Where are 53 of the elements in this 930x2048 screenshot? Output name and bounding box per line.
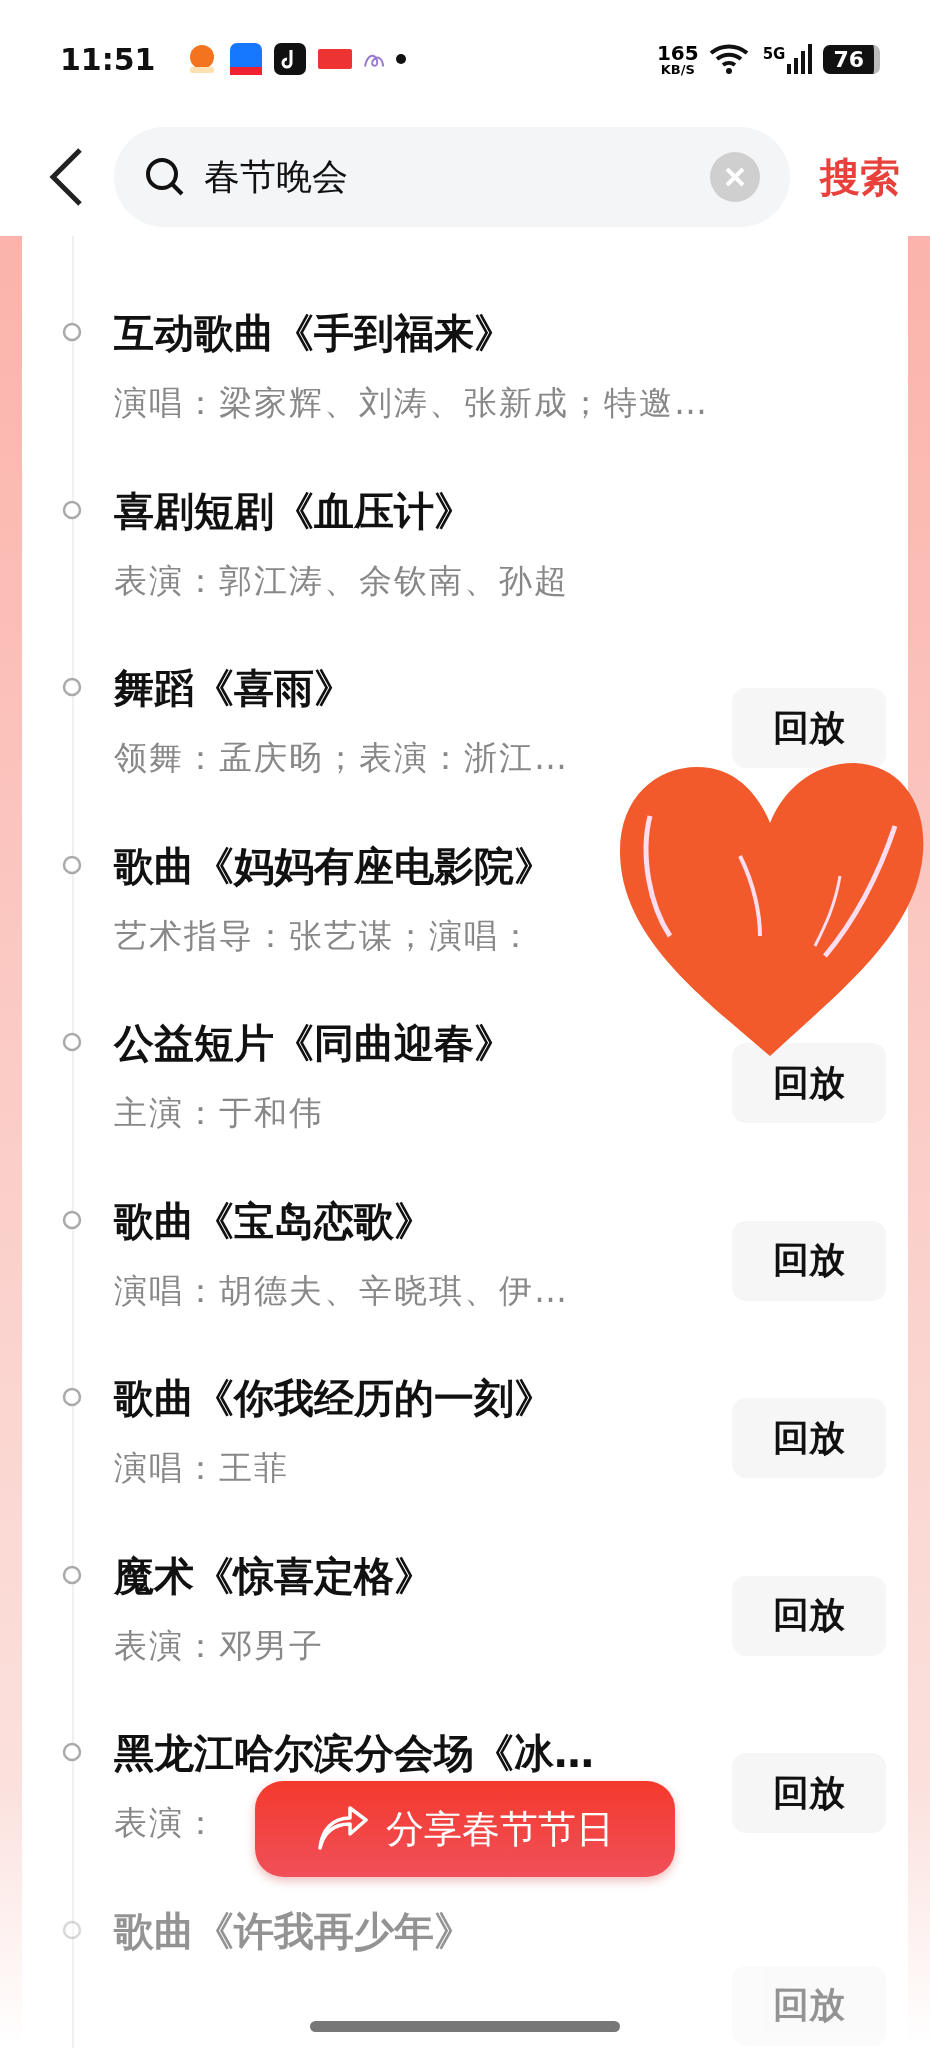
timeline-dot <box>62 322 82 342</box>
program-title[interactable]: 歌曲《妈妈有座电影院》 <box>114 838 554 894</box>
program-title[interactable]: 魔术《惊喜定格》 <box>114 1548 434 1604</box>
program-performers: 表演： <box>114 1802 219 1844</box>
program-performers: 主演：于和伟 <box>114 1092 324 1134</box>
battery-indicator: 76 <box>823 44 880 74</box>
speed-value: 165 <box>656 42 699 63</box>
home-indicator[interactable] <box>310 2021 620 2032</box>
timeline-dot <box>62 1032 82 1052</box>
program-performers: 演唱：胡德夫、辛晓琪、伊… <box>114 1269 569 1312</box>
signal-icon <box>787 44 814 74</box>
timeline-dot <box>62 1209 82 1230</box>
program-performers: 表演：邓男子 <box>114 1624 324 1667</box>
search-input[interactable]: 春节晚会 <box>202 155 694 199</box>
program-title[interactable]: 舞蹈《喜雨》 <box>114 661 354 716</box>
program-title[interactable]: 黑龙江哈尔滨分会场《冰… <box>114 1726 594 1781</box>
program-title[interactable]: 歌曲《你我经历的一刻》 <box>114 1371 554 1426</box>
replay-button[interactable]: 回放 <box>732 1043 886 1123</box>
replay-button[interactable]: 回放 <box>732 1753 886 1833</box>
timeline-dot <box>62 854 82 875</box>
program-performers: 表演：郭江涛、余钦南、孙超 <box>114 559 569 602</box>
notification-icon <box>273 43 306 75</box>
timeline-dot <box>62 1387 82 1407</box>
dot-icon <box>395 54 406 64</box>
program-title[interactable]: 喜剧短剧《血压计》 <box>114 483 474 539</box>
notification-icon <box>317 49 352 69</box>
timeline-dot <box>62 1919 82 1940</box>
speed-unit: KB/S <box>660 62 695 76</box>
search-button[interactable]: 搜索 <box>820 149 900 205</box>
share-button[interactable]: 分享春节节日 <box>255 1781 675 1877</box>
notification-icon <box>229 43 262 75</box>
program-performers: 艺术指导：张艺谋；演唱： <box>114 914 534 957</box>
share-icon <box>316 1806 368 1852</box>
replay-button[interactable]: 回放 <box>732 1220 886 1301</box>
replay-button[interactable]: 回放 <box>732 1575 886 1656</box>
timeline-dot <box>62 499 82 520</box>
program-title[interactable]: 公益短片《同曲迎春》 <box>114 1016 514 1071</box>
program-performers: 演唱：王菲 <box>114 1447 289 1489</box>
program-performers: 领舞：孟庆旸；表演：浙江… <box>114 737 569 779</box>
clock: 11:51 <box>60 41 156 77</box>
search-bar[interactable]: 春节晚会 <box>114 127 790 227</box>
network-label: 5G <box>762 44 786 63</box>
program-title[interactable]: 互动歌曲《手到福来》 <box>114 306 514 361</box>
program-performers: 演唱：梁家辉、刘涛、张新成；特邀… <box>114 382 709 424</box>
clear-icon[interactable] <box>710 152 760 202</box>
program-title[interactable]: 歌曲《宝岛恋歌》 <box>114 1193 434 1249</box>
timeline-dot <box>62 1564 82 1585</box>
back-icon[interactable] <box>48 147 84 207</box>
timeline-dot <box>62 1742 82 1762</box>
replay-button[interactable]: 回放 <box>732 1398 886 1478</box>
timeline-dot <box>62 677 82 697</box>
replay-button[interactable]: 回放 <box>732 688 886 768</box>
search-icon <box>144 156 186 198</box>
